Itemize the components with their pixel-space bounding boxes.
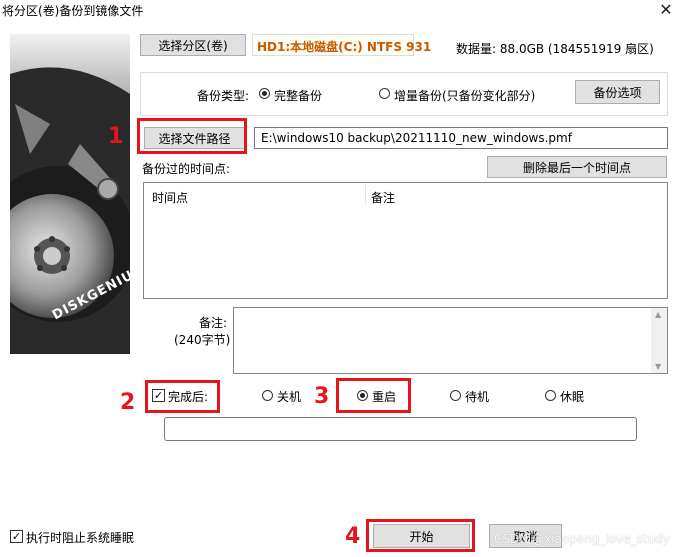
remark-size-label: (240字节) <box>174 333 231 347</box>
after-complete-command-field[interactable] <box>164 417 637 441</box>
column-header-timepoint[interactable]: 时间点 <box>152 189 188 206</box>
delete-last-timepoint-button[interactable]: 删除最后一个时间点 <box>487 156 667 178</box>
prevent-sleep-checkbox[interactable]: ✓ <box>10 530 23 543</box>
prevent-sleep-label[interactable]: 执行时阻止系统睡眠 <box>26 529 134 546</box>
partition-name: HD1:本地磁盘(C:) NTFS 931 <box>257 40 432 54</box>
file-path-field[interactable]: E:\windows10 backup\20211110_new_windows… <box>254 127 668 149</box>
annotation-box-3 <box>336 378 411 413</box>
hibernate-radio[interactable] <box>545 390 556 401</box>
close-icon[interactable]: ✕ <box>655 0 677 20</box>
hard-disk-image: DISKGENIUS <box>10 34 130 354</box>
hibernate-label[interactable]: 休眠 <box>560 388 584 405</box>
full-backup-label[interactable]: 完整备份 <box>274 87 322 104</box>
shutdown-label[interactable]: 关机 <box>277 388 301 405</box>
annotation-number-3: 3 <box>314 384 330 409</box>
scroll-down-icon[interactable]: ▼ <box>655 362 661 371</box>
annotation-box-1 <box>137 118 247 154</box>
column-divider[interactable] <box>365 185 366 205</box>
backup-type-label: 备份类型: <box>197 89 250 103</box>
backup-options-button[interactable]: 备份选项 <box>575 80 660 104</box>
remark-scrollbar[interactable]: ▲ ▼ <box>651 308 667 373</box>
annotation-box-4 <box>366 519 475 552</box>
window-title: 将分区(卷)备份到镜像文件 <box>2 4 144 18</box>
watermark-text: CSDN @xiaopang_love_study <box>494 532 670 546</box>
shutdown-radio[interactable] <box>262 390 273 401</box>
annotation-number-1: 1 <box>108 124 124 149</box>
annotation-number-4: 4 <box>345 524 361 549</box>
full-backup-radio[interactable] <box>259 88 270 99</box>
remark-textarea[interactable]: ▲ ▼ <box>233 307 668 374</box>
annotation-number-2: 2 <box>120 390 136 415</box>
remark-label: 备注: <box>199 316 228 330</box>
standby-radio[interactable] <box>450 390 461 401</box>
timepoints-label: 备份过的时间点: <box>142 162 231 176</box>
incremental-backup-label[interactable]: 增量备份(只备份变化部分) <box>394 87 535 104</box>
scroll-up-icon[interactable]: ▲ <box>655 310 661 319</box>
timepoints-list[interactable]: 时间点 备注 <box>143 182 668 299</box>
annotation-box-2 <box>145 380 220 413</box>
select-partition-button[interactable]: 选择分区(卷) <box>140 34 246 56</box>
partition-name-box: HD1:本地磁盘(C:) NTFS 931 <box>252 34 431 56</box>
standby-label[interactable]: 待机 <box>465 388 489 405</box>
incremental-backup-radio[interactable] <box>379 88 390 99</box>
data-size-text: 数据量: 88.0GB (184551919 扇区) <box>456 42 654 56</box>
column-header-remark[interactable]: 备注 <box>371 189 395 206</box>
